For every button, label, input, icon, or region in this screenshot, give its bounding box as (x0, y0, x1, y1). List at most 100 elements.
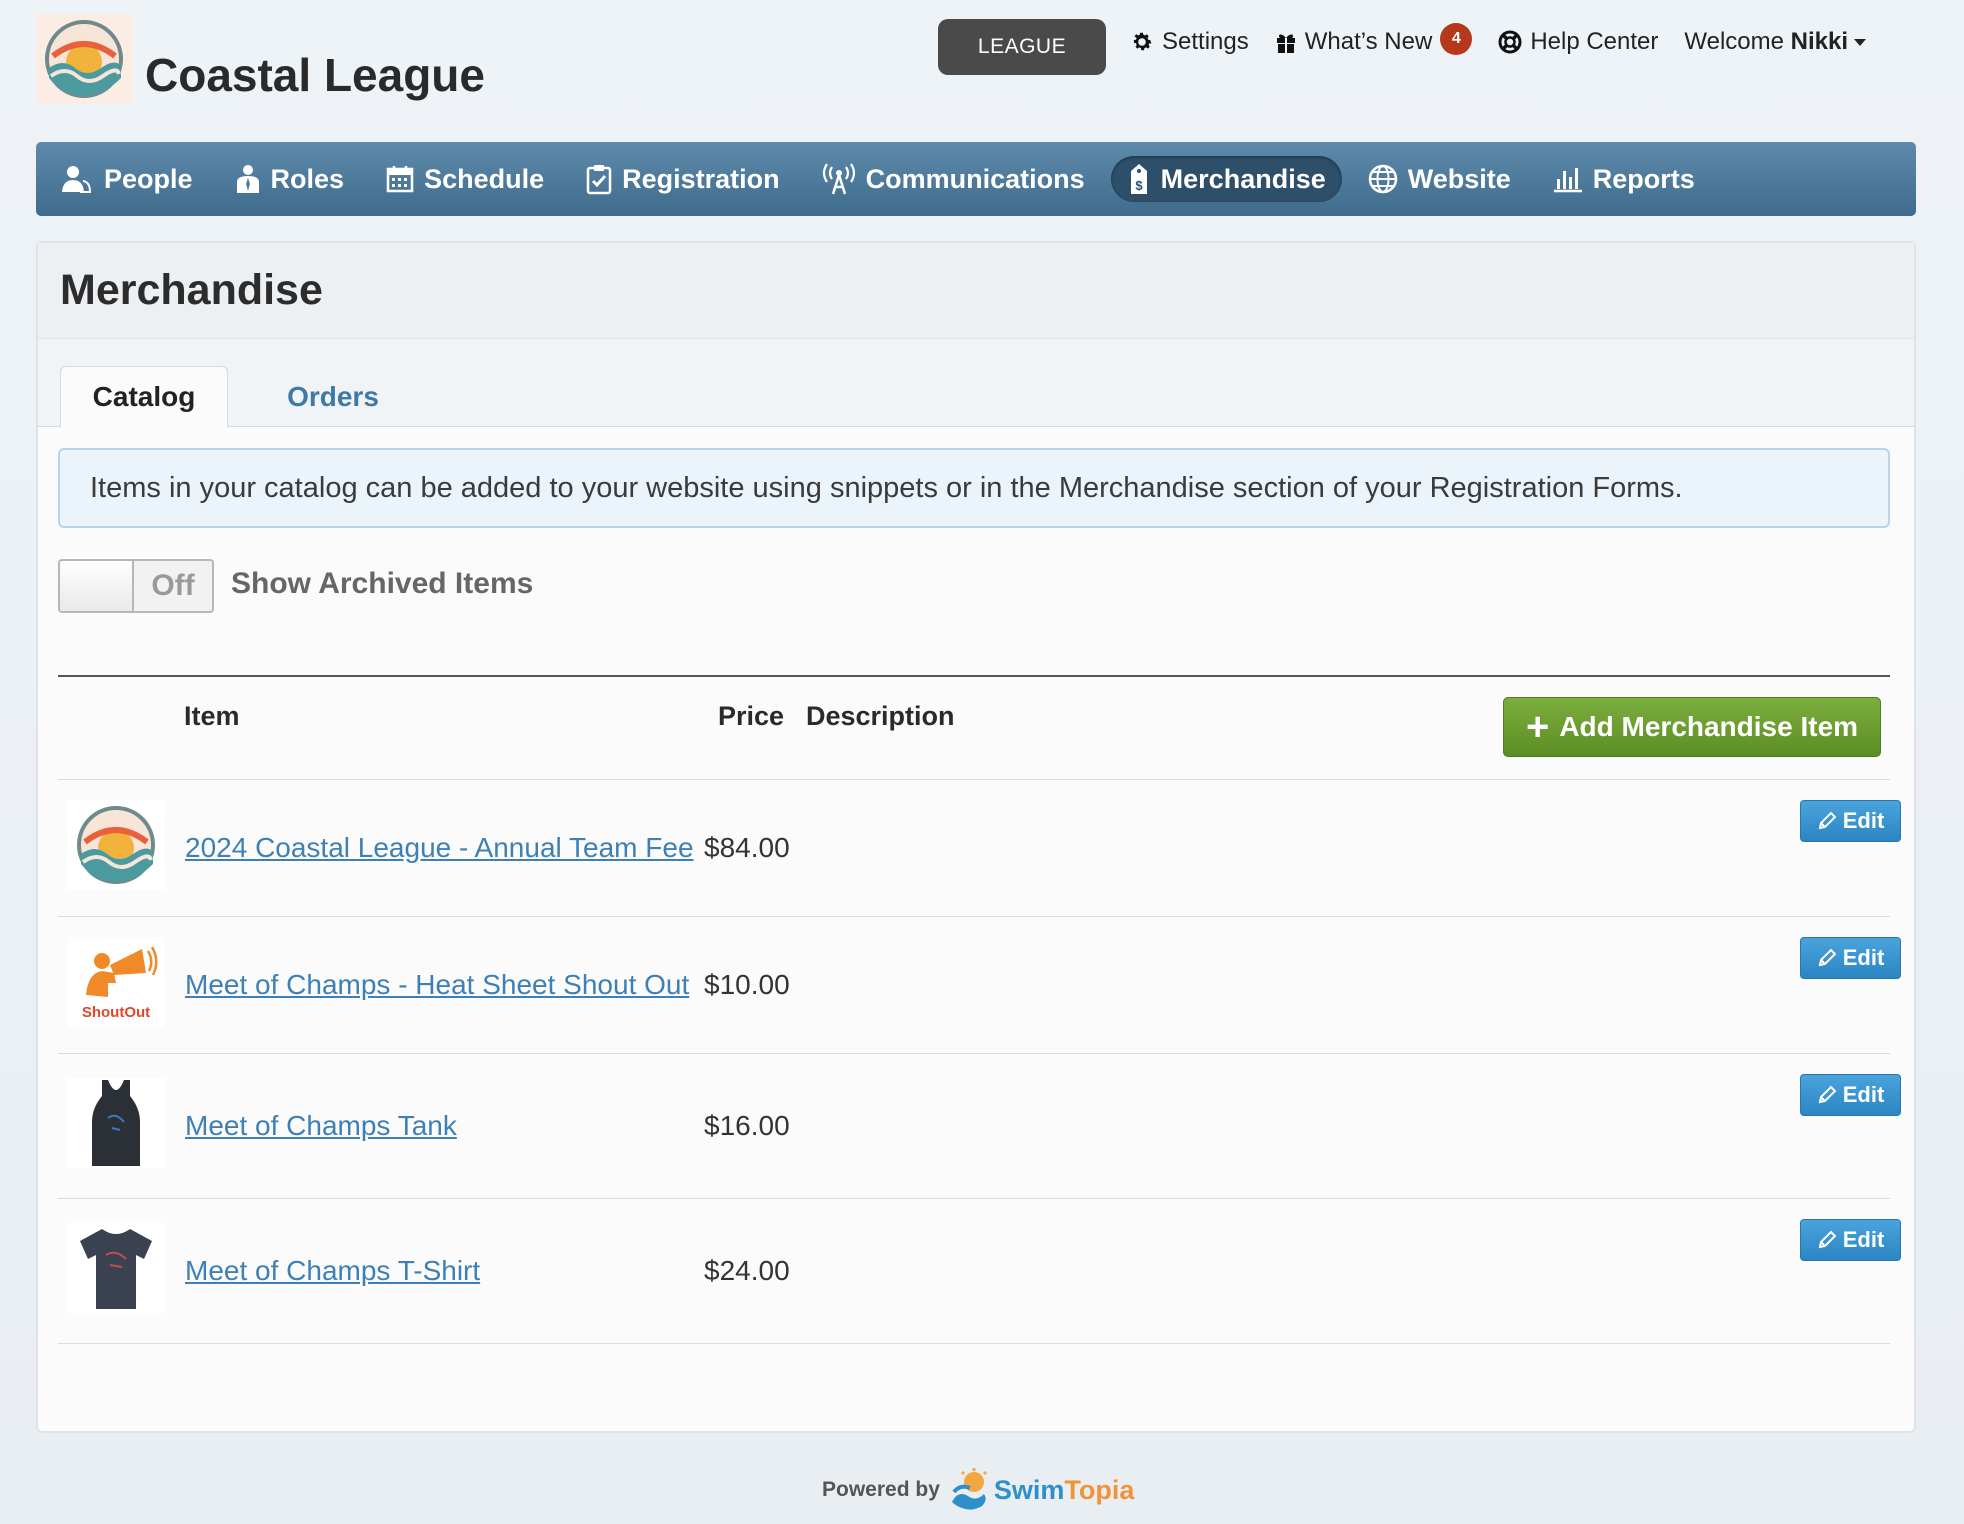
item-price: $10.00 (704, 969, 790, 1000)
edit-label: Edit (1842, 1227, 1885, 1252)
nav-label: Schedule (424, 163, 545, 194)
brand-topia: Topia (1064, 1474, 1135, 1505)
item-thumbnail: ShoutOut (68, 937, 164, 1027)
archived-toggle[interactable]: Off (58, 559, 214, 613)
add-merchandise-button[interactable]: + Add Merchandise Item (1503, 697, 1881, 757)
item-price: $84.00 (704, 832, 790, 863)
nav-item-people[interactable]: People (58, 156, 195, 202)
roles-icon (236, 165, 259, 193)
settings-link[interactable]: Settings (1130, 28, 1249, 56)
clipboard-icon (586, 165, 612, 195)
nav-item-reports[interactable]: Reports (1551, 156, 1697, 202)
people-icon (62, 166, 92, 193)
whats-new-label: What’s New (1304, 28, 1433, 55)
tab-orders[interactable]: Orders (268, 366, 398, 428)
edit-label: Edit (1842, 945, 1885, 970)
merchandise-panel: Merchandise Catalog Orders Items in your… (36, 241, 1916, 1433)
archived-toggle-label: Show Archived Items (231, 567, 534, 600)
svg-text:$: $ (1135, 178, 1143, 193)
item-link[interactable]: Meet of Champs Tank (185, 1110, 457, 1142)
user-menu[interactable]: Welcome Nikki (1684, 28, 1867, 56)
help-center-label: Help Center (1530, 28, 1659, 55)
coastal-league-logo-icon (77, 806, 155, 884)
nav-label: Reports (1592, 163, 1695, 194)
nav-label: Website (1407, 163, 1511, 194)
item-thumbnail (68, 800, 164, 890)
main-nav: People Roles Schedule Registration Commu… (36, 142, 1916, 216)
pencil-icon (1818, 948, 1837, 967)
item-price: $16.00 (704, 1110, 790, 1141)
league-logo[interactable] (36, 14, 132, 104)
whats-new-link[interactable]: What’s New 4 (1275, 23, 1473, 56)
nav-item-schedule[interactable]: Schedule (384, 156, 546, 202)
swimtopia-logo[interactable]: Swim Topia (948, 1468, 1135, 1512)
item-link[interactable]: 2024 Coastal League - Annual Team Fee (185, 832, 694, 864)
item-price: $24.00 (704, 1255, 790, 1286)
nav-label: Merchandise (1160, 163, 1326, 194)
globe-icon (1368, 164, 1397, 194)
user-name: Nikki (1790, 28, 1849, 55)
edit-button[interactable]: Edit (1800, 800, 1901, 842)
caret-down-icon (1854, 38, 1867, 46)
nav-label: People (104, 163, 193, 194)
megaphone-icon: ShoutOut (82, 946, 158, 1021)
edit-button[interactable]: Edit (1800, 937, 1901, 979)
nav-item-website[interactable]: Website (1366, 156, 1513, 202)
nav-label: Roles (270, 163, 345, 194)
table-row: ShoutOut Meet of Champs - Heat Sheet Sho… (58, 916, 1901, 1053)
item-thumbnail (68, 1223, 164, 1313)
nav-label: Communications (865, 163, 1085, 194)
table-row: 2024 Coastal League - Annual Team Fee $8… (58, 779, 1901, 916)
toggle-state: Off (151, 569, 195, 602)
tab-label: Catalog (92, 381, 196, 412)
table-row: Meet of Champs Tank $16.00 Edit (58, 1053, 1901, 1198)
league-name: Coastal League (145, 49, 485, 101)
shoutout-thumb-text: ShoutOut (82, 1004, 150, 1021)
column-header-description: Description (806, 701, 955, 731)
swimtopia-wave-icon (951, 1468, 987, 1510)
t-shirt-icon (80, 1229, 152, 1309)
column-header-price: Price (718, 701, 785, 731)
life-ring-icon (1498, 30, 1522, 54)
table-row: Meet of Champs T-Shirt $24.00 Edit (58, 1198, 1901, 1343)
nav-item-roles[interactable]: Roles (233, 156, 347, 202)
table-divider (58, 675, 1890, 677)
edit-label: Edit (1842, 808, 1885, 833)
tank-top-icon (92, 1080, 140, 1166)
bar-chart-icon (1553, 168, 1582, 193)
pencil-icon (1818, 1230, 1837, 1249)
edit-button[interactable]: Edit (1800, 1219, 1901, 1261)
info-alert: Items in your catalog can be added to yo… (58, 448, 1890, 528)
powered-by-text: Powered by (822, 1478, 940, 1501)
league-button[interactable]: LEAGUE (938, 19, 1106, 75)
nav-label: Registration (622, 163, 780, 194)
pencil-icon (1818, 1085, 1837, 1104)
item-link[interactable]: Meet of Champs T-Shirt (185, 1255, 480, 1287)
tab-catalog[interactable]: Catalog (60, 366, 228, 428)
gear-icon (1133, 32, 1152, 51)
table-bottom-divider (58, 1343, 1890, 1344)
calendar-icon (386, 166, 414, 193)
page-title: Merchandise (60, 266, 323, 314)
nav-item-communications[interactable]: Communications (820, 156, 1087, 202)
edit-button[interactable]: Edit (1800, 1074, 1901, 1116)
toggle-knob (60, 561, 134, 611)
coastal-league-logo-icon (45, 20, 123, 98)
tab-bar: Catalog Orders (38, 339, 1914, 428)
gift-icon (1276, 34, 1295, 53)
nav-item-registration[interactable]: Registration (584, 156, 782, 202)
edit-label: Edit (1842, 1082, 1885, 1107)
nav-item-merchandise[interactable]: $ Merchandise (1110, 156, 1342, 202)
welcome-text: Welcome (1684, 28, 1784, 55)
item-link[interactable]: Meet of Champs - Heat Sheet Shout Out (185, 969, 689, 1001)
tab-label: Orders (287, 381, 379, 412)
brand-swim: Swim (993, 1474, 1065, 1505)
add-merchandise-label: Add Merchandise Item (1559, 711, 1859, 742)
help-center-link[interactable]: Help Center (1498, 28, 1658, 56)
settings-label: Settings (1162, 28, 1249, 55)
column-header-item: Item (184, 701, 240, 731)
pencil-icon (1818, 811, 1837, 830)
price-tag-icon: $ (1130, 164, 1147, 194)
plus-icon: + (1525, 705, 1550, 749)
footer: Powered by Swim Topia (822, 1468, 1134, 1512)
